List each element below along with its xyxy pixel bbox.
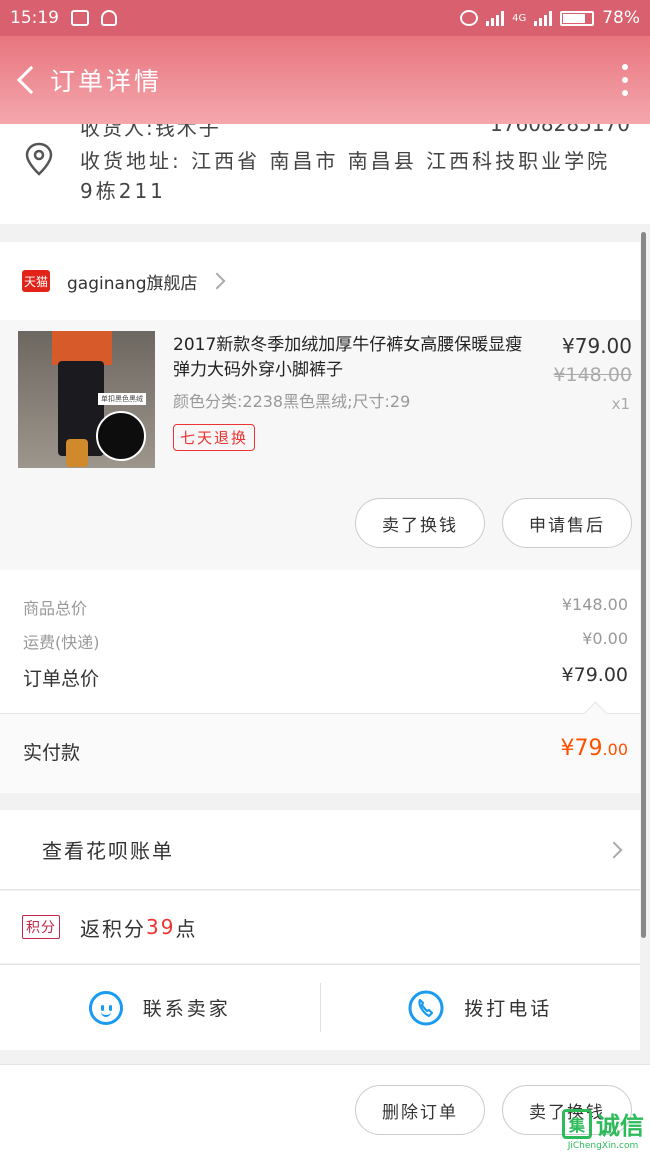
paid-section: 实付款 ¥79.00 <box>0 713 640 793</box>
alarm-icon <box>460 10 479 26</box>
tmall-icon: 天猫 <box>22 270 50 292</box>
bottom-action-bar: 删除订单 卖了换钱 <box>0 1064 650 1155</box>
return-badge: 七天退换 <box>173 424 256 451</box>
paid-amount: ¥79.00 <box>561 736 628 761</box>
points-number: 39 <box>146 915 176 939</box>
watermark-sub: JiChengXin.com <box>567 1141 639 1151</box>
shop-name: gaginang旗舰店 <box>67 273 198 294</box>
contact-seller-label: 联系卖家 <box>142 998 231 1020</box>
product-image[interactable]: 单扣黑色黑绒 <box>18 331 155 468</box>
product-image-tag: 单扣黑色黑绒 <box>98 393 146 405</box>
shipping-value: ¥0.00 <box>582 629 628 648</box>
status-time: 15:19 <box>10 8 59 28</box>
after-sale-button[interactable]: 申请售后 <box>502 498 632 548</box>
paid-amount-int: ¥79 <box>560 736 603 761</box>
signal-icon <box>486 10 505 26</box>
recipient-phone: 17608285170 <box>490 124 630 136</box>
shop-row[interactable]: 天猫 gaginang旗舰店 <box>0 242 640 320</box>
huabei-bill-label: 查看花呗账单 <box>42 839 174 863</box>
battery-percent: 78% <box>602 8 640 28</box>
scrollbar[interactable] <box>641 232 646 938</box>
points-prefix: 返积分 <box>80 916 146 941</box>
product-card[interactable]: 单扣黑色黑绒 2017新款冬季加绒加厚牛仔裤女高腰保暖显瘦弹力大码外穿小脚裤子 … <box>0 320 640 570</box>
nav-bar: 订单详情 <box>0 36 650 124</box>
points-row: 积分 返积分 39 点 <box>0 891 640 963</box>
recipient-name: 收货人:钱木子 <box>80 124 221 140</box>
back-icon[interactable] <box>0 36 50 124</box>
image-icon <box>71 10 89 26</box>
call-button[interactable]: 拨打电话 <box>321 965 641 1050</box>
battery-icon <box>560 10 595 26</box>
paid-label: 实付款 <box>23 742 81 764</box>
contact-seller-button[interactable]: 联系卖家 <box>0 965 320 1050</box>
points-badge: 积分 <box>22 915 60 939</box>
address-section: 收货人:钱木子 17608285170 收货地址: 江西省 南昌市 南昌县 江西… <box>0 124 650 224</box>
watermark-main: 诚信 <box>596 1112 644 1140</box>
status-bar: 15:19 4G 78% <box>0 0 650 36</box>
chevron-right-icon <box>605 841 623 859</box>
phone-icon <box>408 990 444 1025</box>
order-total-label: 订单总价 <box>23 668 100 690</box>
points-suffix: 点 <box>175 916 198 941</box>
page-title: 订单详情 <box>50 67 163 96</box>
product-original-price: ¥148.00 <box>553 364 632 386</box>
goods-total-value: ¥148.00 <box>561 595 628 614</box>
contact-bar: 联系卖家 拨打电话 <box>0 964 640 1050</box>
network-label: 4G <box>512 12 527 24</box>
goods-total-label: 商品总价 <box>23 599 88 618</box>
huabei-bill-row[interactable]: 查看花呗账单 <box>0 810 640 890</box>
totals-section: 商品总价 ¥148.00 运费(快递) ¥0.00 订单总价 ¥79.00 <box>0 570 640 713</box>
more-icon[interactable] <box>600 64 650 96</box>
delete-order-button[interactable]: 删除订单 <box>355 1085 485 1135</box>
product-price: ¥79.00 <box>562 334 632 358</box>
product-quantity: x1 <box>611 395 630 413</box>
sell-button[interactable]: 卖了换钱 <box>355 498 485 548</box>
product-spec: 颜色分类:2238黑色黑绒;尺寸:29 <box>173 392 411 411</box>
location-pin-icon <box>25 142 53 176</box>
call-label: 拨打电话 <box>464 998 553 1020</box>
paid-amount-decimal: .00 <box>602 740 628 759</box>
headset-icon <box>101 10 117 26</box>
chevron-right-icon <box>208 272 226 290</box>
product-title[interactable]: 2017新款冬季加绒加厚牛仔裤女高腰保暖显瘦弹力大码外穿小脚裤子 <box>173 333 538 383</box>
address-text: 收货地址: 江西省 南昌市 南昌县 江西科技职业学院9栋211 <box>80 149 611 203</box>
chat-icon <box>88 990 123 1025</box>
watermark-box: 集 <box>562 1108 592 1139</box>
order-total-value: ¥79.00 <box>561 664 628 686</box>
signal-icon-2 <box>534 10 553 26</box>
shipping-label: 运费(快递) <box>23 633 100 652</box>
watermark-logo: 集 诚信 JiChengXin.com <box>562 1106 644 1151</box>
